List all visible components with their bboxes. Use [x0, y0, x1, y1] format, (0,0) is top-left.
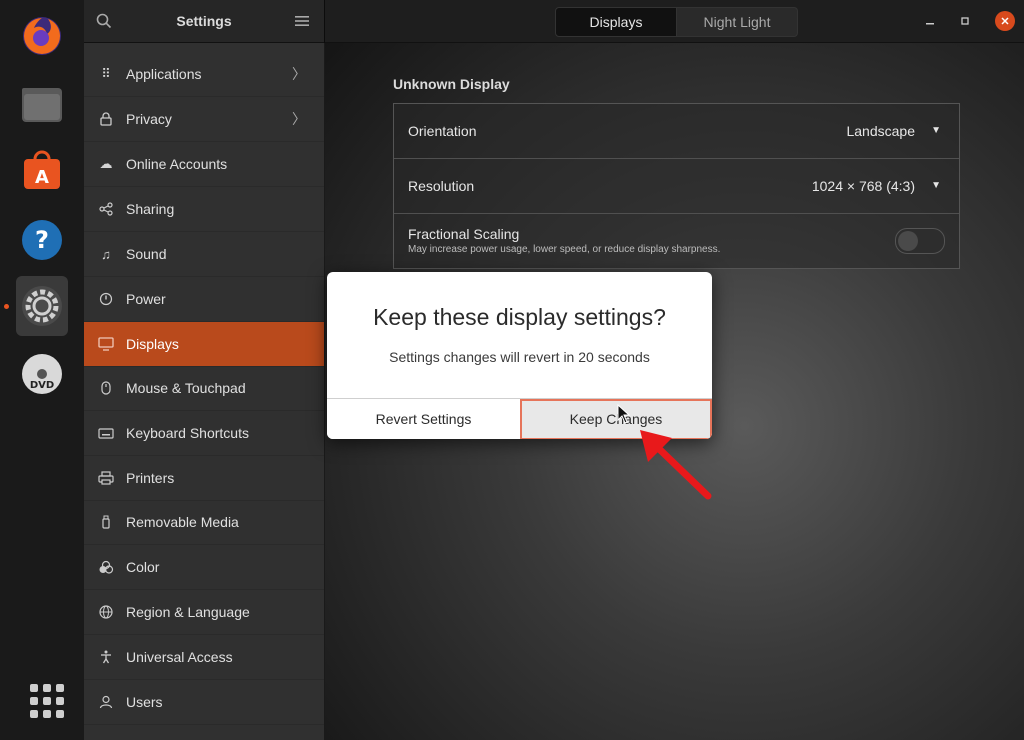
sidebar-item-label: Region & Language	[126, 604, 250, 620]
sidebar-item-label: Sharing	[126, 201, 175, 217]
sidebar-item-label: Universal Access	[126, 649, 233, 665]
sidebar-item-label: Applications	[126, 66, 202, 82]
cloud-icon: ☁	[99, 156, 113, 171]
fractional-scaling-switch[interactable]	[895, 228, 945, 254]
dialog-title: Keep these display settings?	[373, 304, 666, 330]
user-icon	[98, 694, 114, 710]
software-icon[interactable]: A	[20, 148, 64, 192]
sidebar-item-label: Power	[126, 291, 166, 307]
sidebar-item-privacy[interactable]: Privacy 〉	[84, 97, 324, 142]
svg-text:DVD: DVD	[30, 380, 54, 391]
sidebar-item-label: Mouse & Touchpad	[126, 380, 246, 396]
resolution-label: Resolution	[408, 178, 475, 194]
music-note-icon: ♫	[101, 246, 111, 262]
keyboard-icon	[98, 425, 114, 441]
fractional-scaling-row: Fractional Scaling May increase power us…	[394, 214, 959, 268]
sidebar-item-removable-media[interactable]: Removable Media	[84, 500, 324, 545]
annotation-arrow-icon	[640, 430, 712, 500]
sidebar-item-mouse-touchpad[interactable]: Mouse & Touchpad	[84, 366, 324, 411]
sidebar-item-label: Removable Media	[126, 514, 239, 530]
settings-icon[interactable]	[4, 276, 68, 336]
grid-icon: ⠿	[101, 66, 111, 81]
keep-settings-dialog: Keep these display settings? Settings ch…	[327, 272, 712, 439]
color-icon	[98, 559, 114, 575]
resolution-row[interactable]: Resolution 1024 × 768 (4:3) ▼	[394, 159, 959, 214]
fractional-scaling-label: Fractional Scaling	[408, 226, 520, 242]
accessibility-icon	[98, 649, 114, 665]
menu-button[interactable]	[288, 7, 316, 35]
tab-displays[interactable]: Displays	[555, 7, 677, 37]
svg-text:A: A	[35, 167, 49, 188]
orientation-label: Orientation	[408, 123, 477, 139]
dvd-icon[interactable]: DVD	[20, 352, 64, 396]
sidebar-item-label: Sound	[126, 246, 167, 262]
settings-sidebar: ⠿ Applications 〉 Privacy 〉 ☁ Online Acco…	[84, 43, 325, 740]
display-settings-list: Orientation Landscape ▼ Resolution 1024 …	[393, 103, 960, 269]
active-indicator	[4, 304, 9, 309]
resolution-value: 1024 × 768 (4:3)	[811, 178, 915, 194]
dropdown-arrow-icon: ▼	[931, 125, 941, 136]
sidebar-headerbar: Settings	[84, 0, 324, 43]
sidebar-item-keyboard-shortcuts[interactable]: Keyboard Shortcuts	[84, 411, 324, 456]
sidebar-item-label: Printers	[126, 470, 175, 486]
sidebar-item-label: Displays	[126, 336, 179, 352]
dock: A ? DVD	[0, 0, 85, 740]
sidebar-item-power[interactable]: Power	[84, 277, 324, 322]
sidebar-item-label: Online Accounts	[126, 156, 228, 172]
globe-icon	[98, 604, 114, 620]
sidebar-item-sound[interactable]: ♫ Sound	[84, 232, 324, 277]
sidebar-item-universal-access[interactable]: Universal Access	[84, 635, 324, 680]
maximize-button[interactable]	[956, 12, 974, 30]
fractional-scaling-description: May increase power usage, lower speed, o…	[408, 244, 721, 255]
tab-night-light[interactable]: Night Light	[677, 7, 798, 37]
share-icon	[98, 201, 114, 217]
sidebar-item-region-language[interactable]: Region & Language	[84, 590, 324, 635]
chevron-right-icon: 〉	[292, 66, 306, 82]
sidebar-item-color[interactable]: Color	[84, 545, 324, 590]
show-apps-icon[interactable]	[30, 684, 64, 718]
mouse-icon	[98, 380, 114, 396]
sidebar-item-applications[interactable]: ⠿ Applications 〉	[84, 52, 324, 97]
sidebar-item-label: Users	[126, 694, 163, 710]
dropdown-arrow-icon: ▼	[931, 180, 941, 191]
orientation-value: Landscape	[846, 123, 915, 139]
sidebar-item-displays[interactable]: Displays	[84, 322, 324, 367]
printer-icon	[98, 470, 114, 486]
view-switcher: Displays Night Light	[555, 7, 798, 37]
chevron-right-icon: 〉	[292, 111, 306, 127]
mouse-pointer-icon	[617, 404, 631, 424]
sidebar-item-printers[interactable]: Printers	[84, 456, 324, 501]
help-icon[interactable]: ?	[20, 218, 64, 262]
sidebar-item-label: Privacy	[126, 111, 172, 127]
sidebar-item-label: Color	[126, 559, 160, 575]
files-icon[interactable]	[20, 82, 64, 126]
monitor-icon	[98, 336, 114, 352]
dialog-message: Settings changes will revert in 20 secon…	[389, 349, 650, 365]
power-icon	[98, 291, 114, 307]
minimize-button[interactable]	[921, 12, 939, 30]
sidebar-item-users[interactable]: Users	[84, 680, 324, 725]
close-icon	[1001, 17, 1009, 25]
sidebar-item-sharing[interactable]: Sharing	[84, 187, 324, 232]
firefox-icon[interactable]	[20, 14, 64, 58]
minimize-icon	[926, 23, 934, 25]
revert-settings-button[interactable]: Revert Settings	[327, 399, 520, 439]
close-button[interactable]	[995, 11, 1015, 31]
hamburger-menu-icon	[295, 16, 309, 26]
maximize-icon	[961, 17, 969, 25]
lock-icon	[98, 111, 114, 127]
orientation-row[interactable]: Orientation Landscape ▼	[394, 104, 959, 159]
display-name: Unknown Display	[393, 76, 510, 92]
main-headerbar: Displays Night Light	[325, 0, 1024, 43]
usb-icon	[98, 514, 114, 530]
switch-knob	[898, 231, 918, 251]
svg-text:?: ?	[35, 226, 49, 254]
sidebar-item-label: Keyboard Shortcuts	[126, 425, 249, 441]
sidebar-item-online-accounts[interactable]: ☁ Online Accounts	[84, 142, 324, 187]
